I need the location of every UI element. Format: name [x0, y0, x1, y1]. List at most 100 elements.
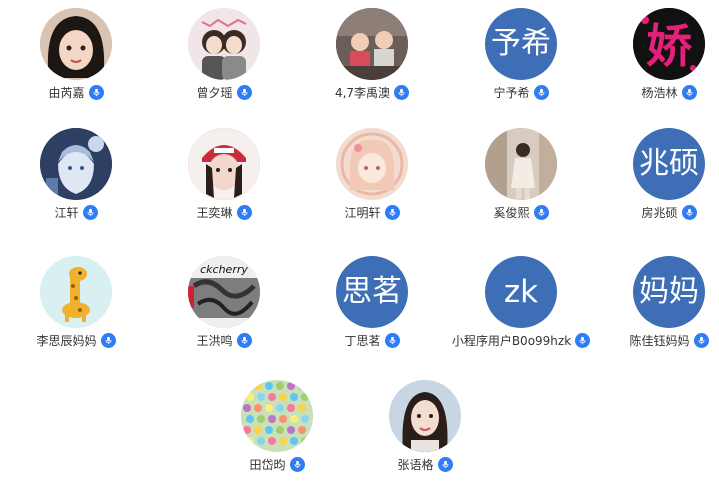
member-name: 王奕琳 [196, 205, 233, 220]
member-name-row: 奚俊熙 [446, 202, 596, 222]
member-name-row: 杨浩林 [594, 82, 719, 102]
avatar-photo [188, 128, 260, 200]
member-card[interactable]: 妈妈陈佳钰妈妈 [594, 256, 719, 374]
avatar-photo [40, 128, 112, 200]
member-name: 张语格 [397, 457, 434, 472]
avatar-photo: ckcherry [188, 256, 260, 328]
member-card[interactable]: 李思辰妈妈 [1, 256, 151, 374]
member-name-row: 小程序用户B0o99hzk [446, 330, 596, 350]
member-name: 4,7李禹澳 [334, 85, 391, 100]
member-avatar[interactable]: 兆硕 [633, 128, 705, 200]
member-name-row: 宁予希 [446, 82, 596, 102]
svg-text:娇: 娇 [646, 19, 693, 73]
mic-icon [681, 204, 697, 220]
member-name-row: 曾夕瑶 [149, 82, 299, 102]
member-card[interactable]: 张语格 [350, 380, 500, 498]
member-avatar[interactable] [336, 128, 408, 200]
member-card[interactable]: 曾夕瑶 [149, 8, 299, 126]
avatar-photo [389, 380, 461, 452]
member-name: 宁予希 [493, 85, 530, 100]
member-avatar[interactable] [241, 380, 313, 452]
avatar-initials: 予希 [491, 26, 551, 61]
mic-icon [384, 332, 400, 348]
avatar-photo [336, 128, 408, 200]
member-name: 王洪鸣 [196, 333, 233, 348]
member-avatar[interactable]: zk [485, 256, 557, 328]
member-name-row: 江轩 [1, 202, 151, 222]
member-card[interactable]: 娇杨浩林 [594, 8, 719, 126]
member-name: 李思辰妈妈 [36, 333, 97, 348]
member-avatar[interactable]: 予希 [485, 8, 557, 80]
mic-icon [384, 204, 400, 220]
member-card[interactable]: zk 小程序用户B0o99hzk [446, 256, 596, 374]
avatar-photo [188, 8, 260, 80]
member-avatar[interactable] [188, 128, 260, 200]
member-card[interactable]: 田岱昀 [202, 380, 352, 498]
member-avatar[interactable] [40, 128, 112, 200]
avatar-photo [40, 8, 112, 80]
avatar-initials: 妈妈 [639, 274, 699, 309]
avatar-photo [336, 8, 408, 80]
avatar-photo: 娇 [633, 8, 705, 80]
avatar-photo [241, 380, 313, 452]
member-name: 曾夕瑶 [196, 85, 233, 100]
member-name-row: 王洪鸣 [149, 330, 299, 350]
mic-icon [88, 84, 104, 100]
member-name: 江明轩 [344, 205, 381, 220]
member-card[interactable]: ckcherry 王洪鸣 [149, 256, 299, 374]
member-avatar[interactable]: 妈妈 [633, 256, 705, 328]
member-name: 杨浩林 [641, 85, 678, 100]
avatar-initials: 兆硕 [639, 146, 699, 181]
member-avatar[interactable] [40, 8, 112, 80]
mic-icon [236, 84, 252, 100]
member-card[interactable]: 江明轩 [297, 128, 447, 246]
member-avatar[interactable]: 娇 [633, 8, 705, 80]
member-card[interactable]: 江轩 [1, 128, 151, 246]
mic-icon [289, 456, 305, 472]
member-name-row: 4,7李禹澳 [297, 82, 447, 102]
member-name: 由芮嘉 [48, 85, 85, 100]
member-avatar[interactable] [40, 256, 112, 328]
member-name-row: 江明轩 [297, 202, 447, 222]
member-avatar[interactable]: 思茗 [336, 256, 408, 328]
member-card[interactable]: 予希 宁予希 [446, 8, 596, 126]
member-avatar[interactable] [188, 8, 260, 80]
member-card[interactable]: 4,7李禹澳 [297, 8, 447, 126]
member-name: 丁思茗 [344, 333, 381, 348]
member-name-row: 房兆硕 [594, 202, 719, 222]
member-name: 奚俊熙 [493, 205, 530, 220]
mic-icon [236, 204, 252, 220]
member-card[interactable]: 王奕琳 [149, 128, 299, 246]
member-avatar[interactable] [389, 380, 461, 452]
mic-icon [236, 332, 252, 348]
avatar-photo [40, 256, 112, 328]
mic-icon [693, 332, 709, 348]
member-name-row: 陈佳钰妈妈 [594, 330, 719, 350]
mic-icon [100, 332, 116, 348]
member-card[interactable]: 思茗 丁思茗 [297, 256, 447, 374]
mic-icon [575, 332, 591, 348]
member-name: 田岱昀 [249, 457, 286, 472]
member-card[interactable]: 奚俊熙 [446, 128, 596, 246]
member-name-row: 张语格 [350, 454, 500, 474]
member-avatar[interactable] [336, 8, 408, 80]
member-name: 陈佳钰妈妈 [629, 333, 690, 348]
member-name-row: 田岱昀 [202, 454, 352, 474]
svg-text:ckcherry: ckcherry [200, 263, 248, 276]
avatar-initials: zk [503, 273, 539, 310]
avatar-initials: 思茗 [342, 274, 402, 309]
member-name: 房兆硕 [641, 205, 678, 220]
member-name: 小程序用户B0o99hzk [451, 333, 572, 348]
member-avatar[interactable]: ckcherry [188, 256, 260, 328]
member-name-row: 丁思茗 [297, 330, 447, 350]
mic-icon [437, 456, 453, 472]
member-card[interactable]: 由芮嘉 [1, 8, 151, 126]
mic-icon [533, 84, 549, 100]
member-avatar[interactable] [485, 128, 557, 200]
member-name-row: 王奕琳 [149, 202, 299, 222]
member-name: 江轩 [54, 205, 79, 220]
member-name-row: 由芮嘉 [1, 82, 151, 102]
member-card[interactable]: 兆硕 房兆硕 [594, 128, 719, 246]
mic-icon [533, 204, 549, 220]
avatar-photo [485, 128, 557, 200]
